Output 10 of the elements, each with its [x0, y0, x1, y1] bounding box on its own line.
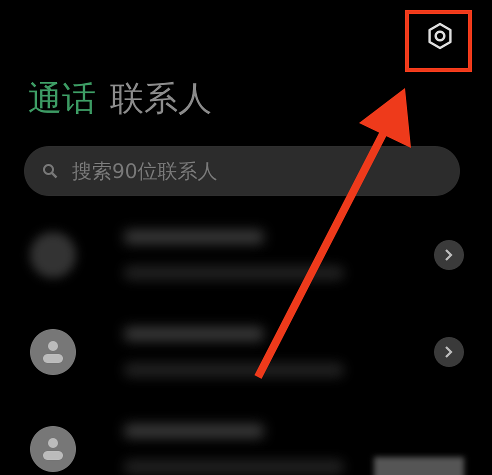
blurred-avatar — [30, 232, 76, 278]
settings-icon[interactable] — [426, 22, 454, 50]
chevron-right-icon[interactable] — [434, 336, 464, 366]
chevron-right-icon[interactable] — [434, 240, 464, 270]
search-field[interactable]: 搜索90位联系人 — [24, 146, 460, 196]
person-avatar-icon — [30, 426, 76, 472]
tab[interactable]: 联系人 — [110, 81, 212, 119]
tab[interactable]: 通话 — [28, 81, 96, 119]
search-icon — [42, 163, 58, 179]
person-avatar-icon — [30, 328, 76, 374]
